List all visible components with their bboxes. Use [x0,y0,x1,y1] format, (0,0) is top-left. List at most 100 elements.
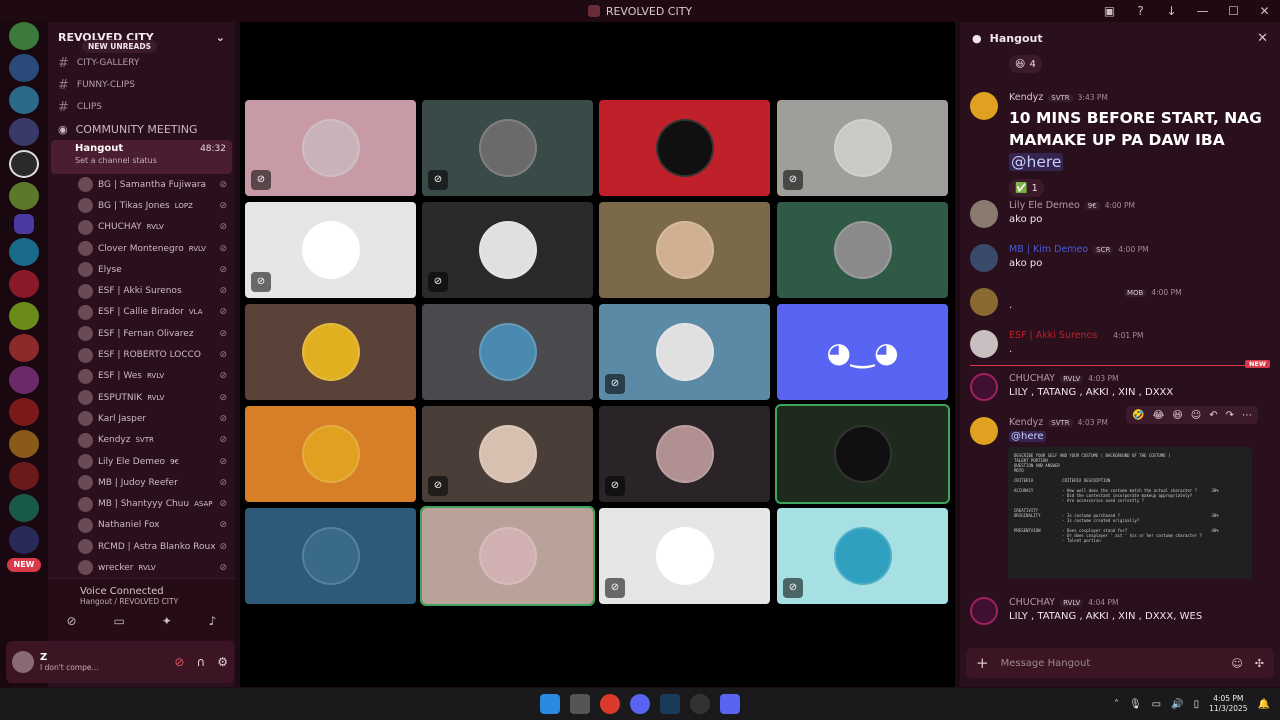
chevron-up-icon[interactable]: ˄ [1114,699,1119,710]
voice-member[interactable]: ESF | Fernan Olivarez ⊘ [48,323,235,344]
mention[interactable]: @here [1009,153,1064,171]
chevron-down-icon[interactable]: ⌄ [216,31,225,44]
participant-tile[interactable]: ⊘ [422,100,593,196]
close-icon[interactable]: ✕ [1257,31,1268,46]
mention[interactable]: @here [1009,431,1046,442]
participant-tile[interactable] [599,100,770,196]
participant-tile[interactable]: ⊘ [245,100,416,196]
help-icon[interactable]: ? [1125,4,1156,18]
server-icon[interactable] [9,182,39,210]
battery-icon[interactable]: ▯ [1194,699,1200,710]
voice-member[interactable]: BG | Samantha Fujiwara ⊘ [48,174,235,195]
network-icon[interactable]: ▭ [1152,699,1161,710]
participant-tile[interactable] [420,506,595,606]
soundboard-icon[interactable]: ♪ [209,614,217,628]
screen-share-icon[interactable]: ▭ [113,614,124,628]
avatar[interactable] [970,330,998,358]
participant-tile[interactable]: ◕‿◕ [777,304,948,400]
voice-member[interactable]: ESF | Wes RVLV ⊘ [48,366,235,387]
server-icon[interactable] [9,430,39,458]
server-icon[interactable] [9,462,39,490]
voice-member[interactable]: ESF | Callie Birador VLA ⊘ [48,302,235,323]
voice-member[interactable]: Clover Montenegro RVLV ⊘ [48,238,235,259]
avatar[interactable] [970,417,998,445]
participant-tile[interactable]: ⊘ [599,304,770,400]
gear-icon[interactable]: ⚙ [217,655,228,669]
server-icon[interactable] [9,118,39,146]
voice-location[interactable]: Hangout / REVOLVED CITY [80,597,235,606]
reaction-emoji-icon[interactable]: 😆 [1172,410,1182,421]
voice-member[interactable]: MB | Shantyyy Chuu ASAP ⊘ [48,493,235,514]
emoji-icon[interactable]: ☺ [1231,657,1242,670]
headphones-icon[interactable]: ∩ [196,655,205,669]
app-icon[interactable] [690,694,710,714]
channel-funny-clips[interactable]: # FUNNY-CLIPS [48,74,235,96]
reaction-emoji-icon[interactable]: 🤣 [1132,410,1144,421]
add-reaction-icon[interactable]: ☺ [1191,410,1201,421]
search-icon[interactable] [570,694,590,714]
reply-icon[interactable]: ↶ [1209,410,1217,421]
apps-icon[interactable]: ✣ [1255,657,1264,670]
server-icon[interactable] [9,494,39,522]
participant-tile[interactable] [245,508,416,604]
server-icon[interactable] [9,86,39,114]
voice-member[interactable]: wrecker RVLV ⊘ [48,557,235,578]
channel-community-meeting[interactable]: ◉ COMMUNITY MEETING [48,118,235,140]
participant-tile[interactable]: ⊘ [777,100,948,196]
participant-tile[interactable] [599,202,770,298]
voice-member[interactable]: CHUCHAY RVLV ⊘ [48,217,235,238]
channel-clips[interactable]: # CLIPS [48,96,235,118]
voice-member[interactable]: ESPUTNIK RVLV ⊘ [48,387,235,408]
server-icon[interactable] [9,150,39,178]
participant-tile[interactable] [245,406,416,502]
more-icon[interactable]: ⋯ [1242,410,1252,421]
avatar[interactable] [970,244,998,272]
server-icon[interactable] [9,526,39,554]
start-icon[interactable] [540,694,560,714]
new-servers-badge[interactable]: NEW [7,558,41,572]
channel-status[interactable]: Set a channel status [59,156,224,165]
new-unreads-pill[interactable]: NEW UNREADS [82,40,157,53]
folder-icon[interactable] [14,214,34,234]
participant-tile[interactable] [245,304,416,400]
participant-tile[interactable]: ⊘ [599,406,770,502]
message-author[interactable]: CHUCHAY [1009,373,1055,384]
voice-member[interactable]: MB | Judoy Reefer ⊘ [48,472,235,493]
voice-member[interactable]: BG | Tikas Jones LOPZ ⊘ [48,195,235,216]
server-icon[interactable] [9,302,39,330]
server-icon[interactable] [9,398,39,426]
avatar[interactable] [970,288,998,316]
server-icon[interactable] [9,238,39,266]
inbox-icon[interactable]: ▣ [1094,4,1125,18]
avatar[interactable] [12,651,34,673]
voice-member[interactable]: ESF | ROBERTO LOCCO ⊘ [48,344,235,365]
home-server-icon[interactable] [9,22,39,50]
server-icon[interactable] [9,270,39,298]
voice-channel-hangout[interactable]: Hangout 48:32 Set a channel status [51,140,232,174]
participant-tile[interactable]: ⊘ [245,202,416,298]
voice-member[interactable]: Karl Jasper ⊘ [48,408,235,429]
chrome-icon[interactable] [600,694,620,714]
minimize-button[interactable]: — [1187,4,1218,18]
participant-tile[interactable]: ⊘ [599,508,770,604]
message-author[interactable]: MB | Kim Demeo [1009,244,1088,255]
attachment-image[interactable]: DESCRIBE YOUR SELF AND YOUR COSTUME ( BA… [1008,447,1252,579]
participant-tile[interactable]: ⊘ [777,508,948,604]
avatar[interactable] [970,373,998,401]
message-author[interactable]: Kendyz [1009,417,1043,428]
message-author[interactable]: CHUCHAY [1009,597,1055,608]
avatar[interactable] [970,597,998,625]
message-author[interactable]: ESF | Akki Surenos [1009,330,1097,341]
avatar[interactable] [970,92,998,120]
download-icon[interactable]: ↓ [1156,4,1187,18]
voice-member[interactable]: Kendyz SVTR ⊘ [48,430,235,451]
maximize-button[interactable]: ☐ [1218,4,1249,18]
message-author[interactable]: Lily Ele Demeo [1009,200,1080,211]
server-icon[interactable] [9,54,39,82]
mic-muted-icon[interactable]: ⊘ [174,655,184,669]
server-icon[interactable] [9,334,39,362]
notification-icon[interactable]: 🔔 [1258,699,1270,710]
server-icon[interactable] [9,366,39,394]
clock[interactable]: 4:05 PM 11/3/2025 [1209,694,1247,714]
participant-tile[interactable]: ⊘ [422,406,593,502]
